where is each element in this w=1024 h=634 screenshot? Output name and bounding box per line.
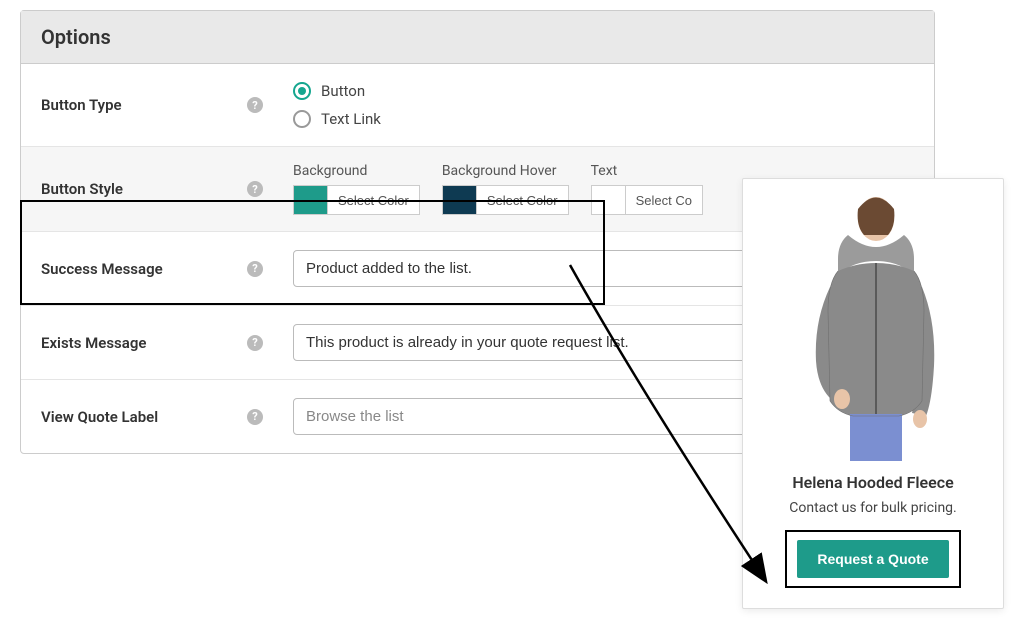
option-label-button-type: Button Type ?: [41, 96, 279, 114]
success-message-input[interactable]: [293, 250, 793, 287]
button-type-row: Button Type ? Button Text Link: [21, 64, 934, 147]
panel-title: Options: [21, 11, 934, 64]
success-message-label: Success Message: [41, 260, 163, 278]
color-swatch[interactable]: [442, 185, 476, 215]
option-label-exists: Exists Message ?: [41, 334, 279, 352]
background-hover-label: Background Hover: [442, 163, 569, 179]
radio-label: Button: [321, 82, 365, 100]
product-title: Helena Hooded Fleece: [743, 473, 1003, 492]
text-color-label: Text: [591, 163, 703, 179]
text-color-picker[interactable]: Select Co: [591, 185, 703, 215]
background-hover-color-picker[interactable]: Select Color: [442, 185, 569, 215]
request-quote-button[interactable]: Request a Quote: [797, 540, 948, 578]
option-label-view-quote: View Quote Label ?: [41, 408, 279, 426]
radio-text-link-option[interactable]: Text Link: [293, 110, 934, 128]
help-icon[interactable]: ?: [247, 335, 263, 351]
view-quote-input[interactable]: [293, 398, 793, 435]
radio-label: Text Link: [321, 110, 381, 128]
text-color-col: Text Select Co: [591, 163, 703, 215]
button-type-label: Button Type: [41, 96, 122, 114]
radio-input[interactable]: [293, 82, 311, 100]
button-type-radios: Button Text Link: [279, 82, 934, 128]
background-color-col: Background Select Color: [293, 163, 420, 215]
color-swatch[interactable]: [293, 185, 327, 215]
option-label-button-style: Button Style ?: [41, 180, 279, 198]
product-image: [783, 191, 963, 461]
exists-message-label: Exists Message: [41, 334, 146, 352]
radio-button-option[interactable]: Button: [293, 82, 934, 100]
exists-message-input[interactable]: [293, 324, 793, 361]
radio-input[interactable]: [293, 110, 311, 128]
view-quote-label: View Quote Label: [41, 408, 158, 426]
option-label-success: Success Message ?: [41, 260, 279, 278]
background-color-picker[interactable]: Select Color: [293, 185, 420, 215]
select-color-button[interactable]: Select Co: [625, 185, 703, 215]
help-icon[interactable]: ?: [247, 261, 263, 277]
background-hover-color-col: Background Hover Select Color: [442, 163, 569, 215]
help-icon[interactable]: ?: [247, 409, 263, 425]
background-label: Background: [293, 163, 420, 179]
product-subtitle: Contact us for bulk pricing.: [743, 500, 1003, 516]
highlight-box: Request a Quote: [785, 530, 960, 588]
help-icon[interactable]: ?: [247, 97, 263, 113]
button-style-label: Button Style: [41, 180, 123, 198]
select-color-button[interactable]: Select Color: [476, 185, 569, 215]
help-icon[interactable]: ?: [247, 181, 263, 197]
select-color-button[interactable]: Select Color: [327, 185, 420, 215]
product-preview-card: Helena Hooded Fleece Contact us for bulk…: [742, 178, 1004, 609]
color-swatch[interactable]: [591, 185, 625, 215]
